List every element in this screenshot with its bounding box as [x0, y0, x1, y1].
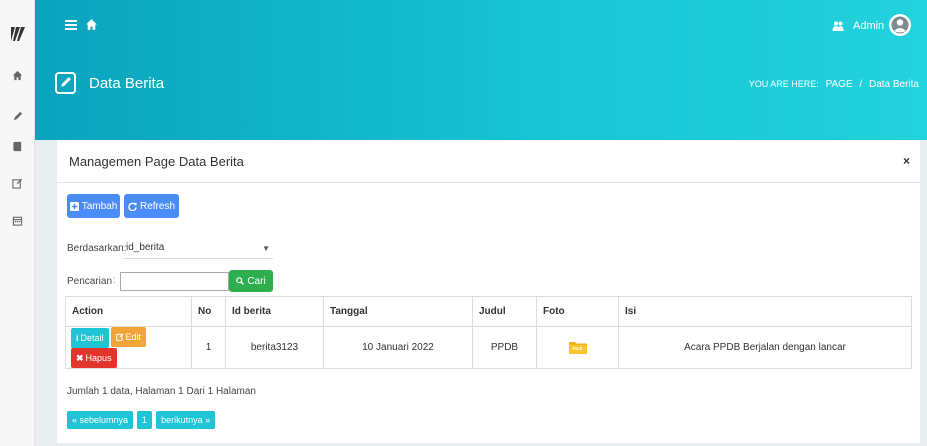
search-input[interactable] [120, 272, 229, 291]
cell-tanggal: 10 Januari 2022 [323, 326, 473, 369]
sidebar-item-pencil[interactable] [0, 106, 35, 126]
next-page-button[interactable]: berikutnya » [156, 411, 216, 429]
calendar-icon [12, 216, 23, 226]
stylized-logo-icon[interactable] [8, 24, 28, 44]
cell-foto: FILE [536, 326, 619, 369]
hapus-label: Hapus [85, 353, 112, 363]
refresh-button[interactable]: Refresh [124, 194, 179, 218]
chevron-down-icon: ▼ [262, 244, 270, 253]
top-navbar: Admin [35, 8, 927, 42]
breadcrumb-item-page[interactable]: PAGE [826, 79, 853, 90]
panel-title: Managemen Page Data Berita [69, 154, 244, 169]
hapus-button[interactable]: ✖ Hapus [71, 348, 117, 368]
search-label-colon: : [113, 275, 116, 286]
cell-judul: PPDB [472, 326, 537, 369]
filter-selected-value: id_berita [126, 242, 165, 253]
search-label: Pencarian [67, 276, 113, 287]
row-actions: i Detail Edit ✖ Hapus [65, 326, 192, 369]
avatar-image [889, 14, 911, 36]
file-folder-icon[interactable]: FILE [568, 340, 588, 355]
breadcrumb-separator: / [859, 79, 863, 90]
page-title: Data Berita [89, 75, 165, 92]
cari-button[interactable]: Cari [229, 270, 273, 292]
column-header-id-berita: Id berita [225, 296, 324, 327]
column-header-isi: Isi [618, 296, 912, 327]
edit-icon [115, 333, 123, 341]
column-header-no: No [191, 296, 226, 327]
folder-label: FILE [572, 346, 583, 351]
hamburger-icon[interactable] [65, 18, 77, 32]
table-header-row: Action No Id berita Tanggal Judul Foto I… [65, 296, 912, 327]
edit-icon [12, 178, 23, 189]
cell-isi: Acara PPDB Berjalan dengan lancar [618, 326, 912, 369]
sidebar-item-book[interactable] [0, 136, 35, 156]
panel-header: Managemen Page Data Berita × [57, 140, 920, 183]
pencil-icon [13, 111, 23, 120]
plus-square-icon [69, 201, 79, 211]
pagination-summary: Jumlah 1 data, Halaman 1 Dari 1 Halaman [67, 386, 256, 397]
column-header-tanggal: Tanggal [323, 296, 473, 327]
content-panel: Managemen Page Data Berita × Tambah Refr… [57, 140, 920, 443]
sidebar-item-home[interactable] [0, 65, 35, 85]
table-row: i Detail Edit ✖ Hapus 1 berita3123 10 Ja… [65, 326, 912, 369]
book-icon [13, 141, 22, 151]
prev-page-button[interactable]: « sebelumnya [67, 411, 134, 429]
avatar[interactable] [889, 14, 911, 36]
data-table: Action No Id berita Tanggal Judul Foto I… [65, 296, 912, 369]
edit-button[interactable]: Edit [110, 327, 147, 347]
breadcrumb-item-current: Data Berita [868, 79, 919, 90]
page-header: Admin Data Berita YOU ARE HERE: PAGE / D… [35, 0, 927, 140]
close-icon: ✖ [76, 352, 84, 363]
home-icon[interactable] [85, 18, 98, 31]
tambah-button[interactable]: Tambah [67, 194, 120, 218]
detail-button[interactable]: i Detail [71, 328, 109, 348]
breadcrumb: YOU ARE HERE: PAGE / Data Berita [749, 79, 919, 90]
pagination: « sebelumnya 1 berikutnya » [67, 411, 216, 429]
detail-label: Detail [80, 333, 104, 343]
search-icon [236, 277, 245, 285]
users-icon[interactable] [832, 20, 844, 32]
left-sidebar [0, 0, 35, 446]
sidebar-item-calendar[interactable] [0, 210, 35, 230]
refresh-icon [128, 202, 137, 211]
column-header-action: Action [65, 296, 192, 327]
cari-label: Cari [247, 275, 266, 287]
close-icon[interactable]: × [903, 154, 910, 168]
column-header-foto: Foto [536, 296, 619, 327]
tambah-label: Tambah [81, 200, 118, 212]
cell-id-berita: berita3123 [225, 326, 324, 369]
edit-label: Edit [125, 332, 142, 342]
breadcrumb-prefix: YOU ARE HERE: [748, 79, 819, 89]
page-number-button[interactable]: 1 [137, 411, 153, 429]
filter-label: Berdasarkan: [67, 243, 127, 254]
sidebar-item-edit[interactable] [0, 173, 35, 193]
home-icon [12, 70, 23, 80]
page-heading: Data Berita YOU ARE HERE: PAGE / Data Be… [35, 67, 927, 107]
column-header-judul: Judul [472, 296, 537, 327]
refresh-label: Refresh [139, 200, 175, 212]
user-name[interactable]: Admin [853, 20, 884, 32]
info-icon: i [76, 333, 79, 343]
page-icon-box [55, 72, 76, 94]
pencil-icon [61, 77, 71, 87]
cell-no: 1 [191, 326, 226, 369]
filter-select[interactable]: id_berita ▼ [123, 239, 273, 259]
